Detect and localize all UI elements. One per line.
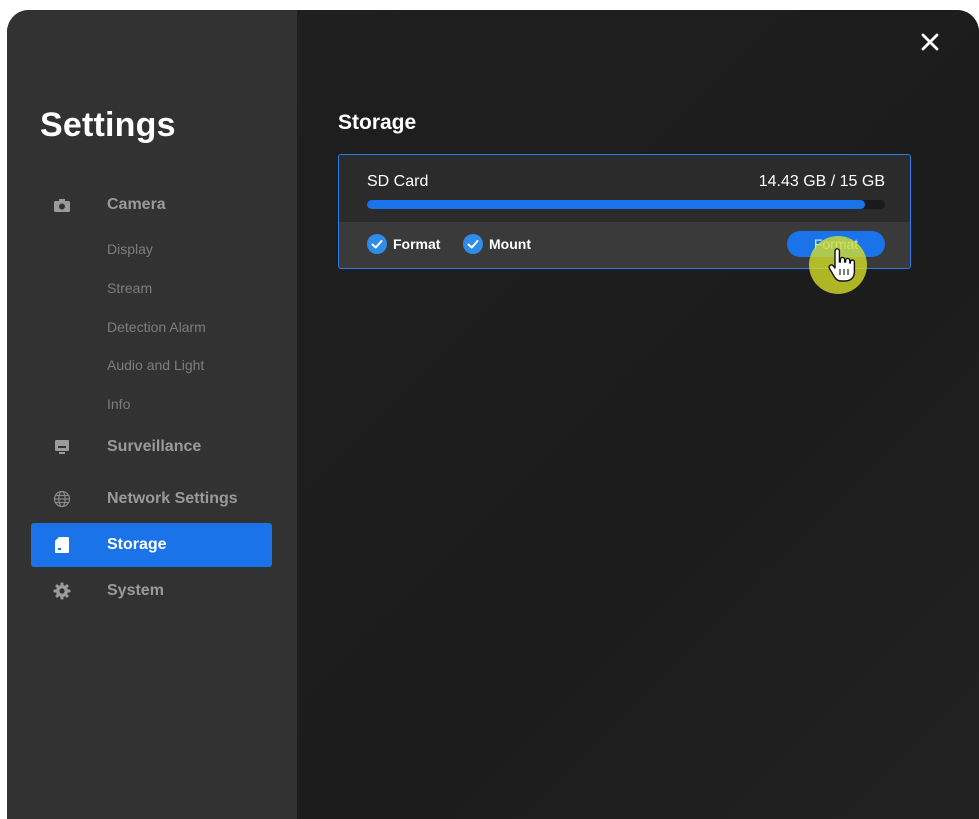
format-checkbox-label: Format [393, 236, 441, 252]
hand-cursor-icon [826, 248, 856, 284]
gear-icon [53, 582, 71, 600]
format-checkbox[interactable]: Format [367, 234, 440, 254]
sidebar-item-system[interactable]: System [31, 569, 272, 613]
section-title: Storage [338, 111, 417, 134]
sidebar-item-label: Network Settings [107, 490, 238, 507]
sidebar-item-storage[interactable]: Storage [31, 523, 272, 567]
sidebar-item-surveillance[interactable]: Surveillance [31, 425, 272, 469]
sidebar-subitem-audio-and-light[interactable]: Audio and Light [107, 357, 204, 373]
sidebar-subitem-display[interactable]: Display [107, 241, 153, 257]
sidebar-item-camera[interactable]: Camera [31, 183, 272, 227]
mount-checkbox[interactable]: Mount [463, 234, 531, 254]
sidebar-subitem-detection-alarm[interactable]: Detection Alarm [107, 319, 206, 335]
camera-icon [53, 196, 71, 214]
sidebar-item-label: Storage [107, 536, 167, 553]
sidebar-subitem-stream[interactable]: Stream [107, 280, 152, 296]
settings-title: Settings [40, 106, 176, 144]
monitor-icon [53, 438, 71, 456]
storage-usage-bar [367, 200, 885, 209]
sidebar-item-label: System [107, 582, 164, 599]
sd-card-icon [53, 536, 71, 554]
globe-icon [53, 490, 71, 508]
storage-capacity: 14.43 GB / 15 GB [758, 173, 885, 190]
sidebar-subitem-info[interactable]: Info [107, 396, 130, 412]
check-icon [463, 234, 483, 254]
mount-checkbox-label: Mount [489, 236, 531, 252]
close-icon [921, 33, 939, 51]
sidebar-item-network-settings[interactable]: Network Settings [31, 477, 272, 521]
storage-usage-fill [367, 200, 866, 209]
sidebar-item-label: Surveillance [107, 438, 202, 455]
storage-device-name: SD Card [367, 173, 429, 190]
close-button[interactable] [916, 28, 944, 56]
check-icon [367, 234, 387, 254]
sidebar-item-label: Camera [107, 196, 166, 213]
